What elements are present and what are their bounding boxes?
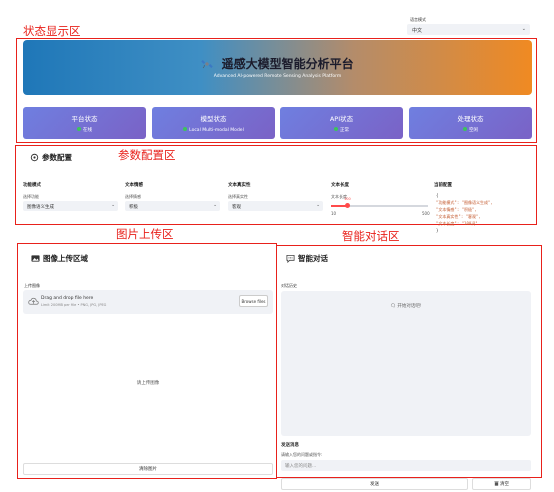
- language-label: 语言模式: [410, 17, 426, 22]
- status-card-value: 正常: [280, 127, 403, 133]
- status-card-api: API状态 正常: [280, 107, 403, 139]
- slider-value: 100: [344, 197, 351, 201]
- annotation-upload-area: 图片上传区: [116, 227, 174, 241]
- chat-header: 智能对话: [286, 253, 328, 264]
- status-card-processing: 处理状态 空闲: [409, 107, 532, 139]
- chevron-down-icon: ⌄: [213, 203, 217, 208]
- annotation-status-area: 状态显示区: [23, 24, 81, 38]
- banner-subtitle: Advanced AI-powered Remote Sensing Analy…: [213, 74, 342, 79]
- status-card-platform: 平台状态 在线: [23, 107, 146, 139]
- status-card-value: Local Multi-modal Model: [152, 127, 275, 133]
- send-button[interactable]: 发送: [281, 478, 468, 490]
- dropzone-limit: Limit 200MB per file • PNG, JPG, JPEG: [41, 303, 107, 307]
- language-select-value: 中文: [412, 28, 423, 34]
- dropzone-text: Drag and drop file here: [41, 296, 94, 301]
- status-card-value-text: 在线: [83, 128, 92, 133]
- text-emotion-select[interactable]: 积极 ⌄: [125, 201, 220, 211]
- param-header: 参数配置: [30, 152, 72, 163]
- json-line: "文本长度": "100词": [436, 221, 478, 226]
- text-emotion-value: 积极: [129, 204, 138, 210]
- send-message-label: 请输入您的问题或指令:: [281, 452, 323, 457]
- trash-icon: [494, 481, 499, 486]
- cloud-upload-icon: [28, 297, 39, 305]
- text-emotion-label: 选择情感: [125, 194, 141, 199]
- text-realism-select[interactable]: 客观 ⌄: [228, 201, 323, 211]
- status-dot-icon: [463, 127, 467, 131]
- upload-header: 图像上传区域: [31, 253, 88, 264]
- status-card-value-text: Local Multi-modal Model: [189, 128, 244, 133]
- json-line: {: [436, 193, 439, 198]
- chat-history-label: 对话历史: [281, 283, 297, 288]
- current-config-json: { "功能模式": "图像语义生成", "文本情感": "积极", "文本真实性…: [436, 192, 493, 234]
- text-realism-title: 文本真实性: [228, 183, 251, 188]
- status-card-value: 在线: [23, 127, 146, 133]
- image-icon: [31, 255, 40, 262]
- text-length-title: 文本长度: [331, 183, 349, 188]
- gear-icon: [30, 153, 39, 162]
- upload-placeholder: 请上传图像: [136, 381, 160, 386]
- status-card-value-text: 空闲: [469, 128, 478, 133]
- current-config-title: 当前配置: [434, 183, 452, 188]
- satellite-icon: [201, 60, 214, 69]
- slider-min: 10: [331, 211, 337, 216]
- clear-chat-button[interactable]: 清空: [472, 478, 531, 490]
- clear-chat-label: 清空: [500, 482, 509, 487]
- param-header-text: 参数配置: [42, 153, 72, 162]
- upload-header-text: 图像上传区域: [43, 254, 88, 263]
- status-card-title: 模型状态: [200, 115, 227, 123]
- status-card-title: API状态: [329, 115, 354, 123]
- json-line: }: [436, 228, 439, 233]
- annotation-param-area: 参数配置区: [118, 148, 176, 162]
- status-dot-icon: [183, 127, 188, 131]
- json-line: "文本真实性": "客观",: [436, 214, 481, 219]
- text-realism-label: 选择真实性: [228, 194, 248, 199]
- function-mode-title: 功能模式: [23, 183, 41, 188]
- function-mode-select[interactable]: 图像语义生成 ⌄: [23, 201, 118, 211]
- upload-label: 上传图像: [24, 283, 40, 288]
- function-mode-value: 图像语义生成: [27, 204, 54, 210]
- clear-image-button[interactable]: 清除图片: [23, 463, 273, 475]
- slider-thumb[interactable]: [345, 202, 350, 208]
- json-line: "功能模式": "图像语义生成",: [436, 200, 493, 205]
- status-card-title: 处理状态: [457, 115, 484, 123]
- chat-input[interactable]: 输入您的问题...: [281, 460, 531, 471]
- function-mode-label: 选择功能: [23, 194, 39, 199]
- file-dropzone[interactable]: Drag and drop file here Limit 200MB per …: [23, 290, 273, 314]
- banner-title: 遥感大模型智能分析平台: [221, 57, 354, 71]
- chat-bubble-icon: [286, 254, 295, 263]
- banner: 遥感大模型智能分析平台 Advanced AI-powered Remote S…: [23, 40, 532, 95]
- banner-title-row: 遥感大模型智能分析平台: [23, 55, 532, 72]
- send-message-title: 发送消息: [281, 443, 299, 448]
- browse-files-button[interactable]: Browse files: [239, 295, 268, 307]
- status-dot-icon: [334, 127, 338, 131]
- annotation-chat-area: 智能对话区: [342, 229, 400, 243]
- language-select[interactable]: 中文 ⌄: [407, 24, 530, 35]
- json-line: "文本情感": "积极",: [436, 207, 477, 212]
- chat-placeholder: 开始对话吧!: [397, 304, 422, 309]
- chevron-down-icon: ⌄: [316, 203, 320, 208]
- status-card-title: 平台状态: [71, 115, 98, 123]
- chat-placeholder-row: 🗨 开始对话吧!: [281, 303, 531, 309]
- slider-max: 500: [422, 211, 430, 216]
- upload-area-outline: [17, 243, 277, 479]
- status-dot-icon: [77, 127, 81, 131]
- chevron-down-icon: ⌄: [111, 203, 115, 208]
- status-card-value-text: 正常: [340, 128, 349, 133]
- chevron-down-icon: ⌄: [521, 26, 526, 32]
- status-card-value: 空闲: [409, 127, 532, 133]
- text-realism-value: 客观: [232, 204, 241, 210]
- status-card-model: 模型状态 Local Multi-modal Model: [152, 107, 275, 139]
- text-emotion-title: 文本情感: [125, 183, 143, 188]
- chat-header-text: 智能对话: [298, 254, 328, 263]
- chat-history[interactable]: 🗨 开始对话吧!: [281, 291, 531, 436]
